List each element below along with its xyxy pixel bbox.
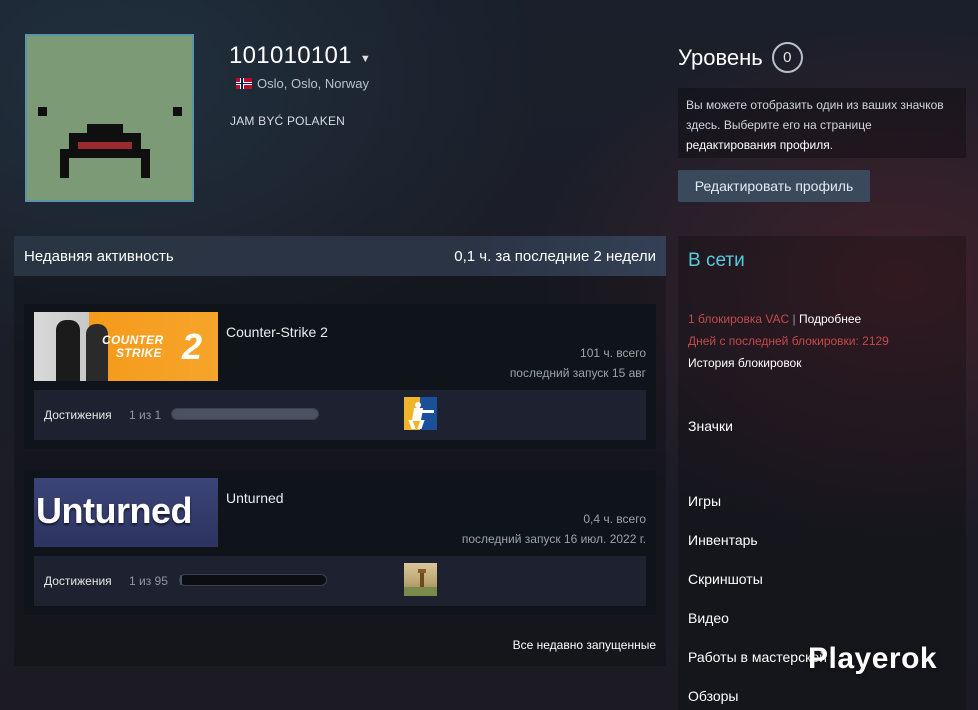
achievements-count: 1 из 95 xyxy=(129,574,168,588)
achievements-label: Достижения xyxy=(44,408,112,422)
avatar-pixel-mouth xyxy=(60,158,69,178)
online-status: В сети xyxy=(688,250,745,271)
sidebar-link-games[interactable]: Игры xyxy=(688,493,721,509)
avatar-pixel-eye xyxy=(38,107,47,116)
achievements-count: 1 из 1 xyxy=(129,408,162,422)
game-capsule-cs2[interactable]: COUNTER STRIKE 2 xyxy=(34,312,218,381)
avatar-pixel-eye xyxy=(173,107,182,116)
days-since-ban: Дней с последней блокировки: 2129 xyxy=(688,334,889,348)
achievements-row[interactable]: Достижения 1 из 1 xyxy=(34,390,646,440)
game-total-hours: 101 ч. всего xyxy=(580,346,646,360)
unturned-logo-text: Unturned xyxy=(36,490,192,531)
edit-profile-button[interactable]: Редактировать профиль xyxy=(678,170,870,202)
cs2-logo-line: STRIKE xyxy=(116,346,162,360)
achievement-icon-figure xyxy=(420,410,434,413)
badge-hint-text: Вы можете отобразить один из ваших значк… xyxy=(686,98,944,132)
achievements-progress-fill xyxy=(180,575,182,585)
avatar-pixel-mouth xyxy=(60,149,150,158)
game-last-played: последний запуск 16 июл. 2022 г. xyxy=(461,532,646,546)
avatar-pixel-mouth xyxy=(87,124,123,133)
game-card-unturned: Unturned Unturned 0,4 ч. всего последний… xyxy=(24,470,656,615)
sidebar-link-inventory[interactable]: Инвентарь xyxy=(688,532,758,548)
cs2-logo-number: 2 xyxy=(182,326,203,367)
ban-history-link[interactable]: История блокировок xyxy=(688,356,801,370)
cs2-logo-text: COUNTER STRIKE xyxy=(102,334,163,360)
sidebar-link-reviews[interactable]: Обзоры xyxy=(688,688,739,704)
chevron-down-icon[interactable]: ▼ xyxy=(360,53,371,65)
profile-sidebar: В сети 1 блокировка VAC | Подробнее Дней… xyxy=(678,236,966,710)
profile-avatar[interactable] xyxy=(25,34,194,202)
recent-activity-header: Недавняя активность 0,1 ч. за последние … xyxy=(14,236,666,276)
sidebar-link-screenshots[interactable]: Скриншоты xyxy=(688,571,763,587)
achievements-progress-bar xyxy=(171,408,319,420)
game-title-cs2[interactable]: Counter-Strike 2 xyxy=(226,324,328,340)
game-last-played: последний запуск 15 авг xyxy=(509,366,646,380)
location-text: Oslo, Oslo, Norway xyxy=(257,76,369,91)
achievements-row[interactable]: Достижения 1 из 95 xyxy=(34,556,646,606)
game-capsule-unturned[interactable]: Unturned xyxy=(34,478,218,547)
playerok-watermark: Playerok xyxy=(808,642,938,675)
badge-hint-end: . xyxy=(829,138,834,152)
game-title-unturned[interactable]: Unturned xyxy=(226,490,284,506)
soldier-silhouette xyxy=(56,320,80,381)
profile-level: Уровень 0 xyxy=(678,42,803,73)
persona-name[interactable]: 101010101 ▼ xyxy=(229,42,371,70)
game-total-hours: 0,4 ч. всего xyxy=(583,512,646,526)
recent-activity-hours: 0,1 ч. за последние 2 недели xyxy=(454,247,656,265)
profile-summary: JAM BYĆ POLAKEN xyxy=(230,114,346,128)
achievement-icon-ground xyxy=(404,587,437,596)
vac-ban-line: 1 блокировка VAC | Подробнее xyxy=(688,312,861,326)
achievements-progress-bar xyxy=(179,574,327,586)
achievement-icon[interactable] xyxy=(404,397,437,430)
recent-activity-title: Недавняя активность xyxy=(24,247,174,265)
norway-flag-icon xyxy=(236,78,252,89)
sidebar-link-workshop[interactable]: Работы в мастерской xyxy=(688,649,827,665)
achievements-progress-fill xyxy=(172,409,318,419)
vac-ban-text: 1 блокировка VAC xyxy=(688,312,790,326)
avatar-pixel-mouth xyxy=(141,158,150,178)
edit-profile-link[interactable]: редактирования профиля xyxy=(686,138,830,152)
recent-activity-panel: Недавняя активность 0,1 ч. за последние … xyxy=(14,236,666,666)
game-card-cs2: COUNTER STRIKE 2 Counter-Strike 2 101 ч.… xyxy=(24,304,656,449)
level-badge[interactable]: 0 xyxy=(771,42,803,73)
vac-more-link[interactable]: Подробнее xyxy=(799,312,861,326)
badge-hint: Вы можете отобразить один из ваших значк… xyxy=(678,88,966,158)
persona-name-text: 101010101 xyxy=(229,42,352,69)
sidebar-link-videos[interactable]: Видео xyxy=(688,610,729,626)
all-recent-games-link[interactable]: Все недавно запущенные xyxy=(513,638,656,652)
level-label: Уровень xyxy=(678,44,763,70)
sidebar-link-badges[interactable]: Значки xyxy=(688,418,733,434)
achievements-label: Достижения xyxy=(44,574,112,588)
achievement-icon[interactable] xyxy=(404,563,437,596)
profile-location: Oslo, Oslo, Norway xyxy=(236,76,369,91)
